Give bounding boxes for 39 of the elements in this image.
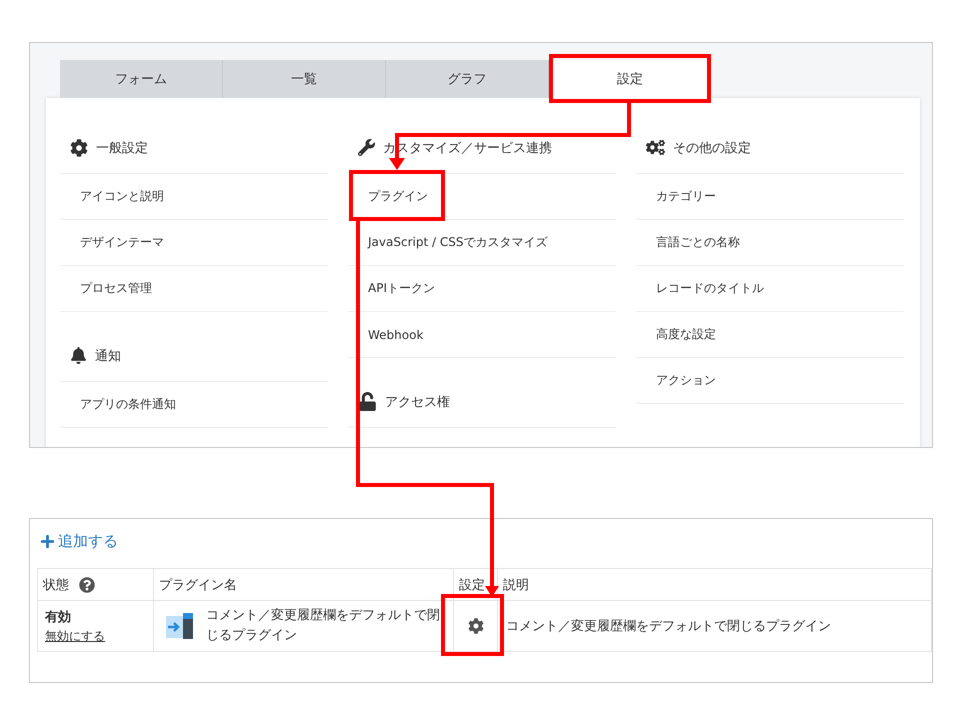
column-title: 設定	[459, 576, 485, 594]
tab[interactable]: フォーム	[60, 60, 223, 98]
menu-item[interactable]: カテゴリー	[636, 174, 904, 220]
section-title: その他の設定	[673, 140, 751, 156]
menu-item[interactable]: アクション	[636, 358, 904, 404]
gear-icon	[70, 138, 88, 156]
menu-item[interactable]: プラグイン	[348, 174, 616, 220]
menu-item[interactable]: レコードのタイトル	[636, 266, 904, 312]
plugin-name: コメント／変更履歴欄をデフォルトで閉じるプラグイン	[206, 607, 441, 645]
bell-icon	[70, 347, 87, 364]
menu-item[interactable]: アイコンと説明	[60, 174, 328, 220]
status-text: 有効	[45, 608, 71, 626]
menu-item[interactable]: 言語ごとの名称	[636, 220, 904, 266]
plugin-icon	[166, 612, 194, 640]
menu-item[interactable]: デザインテーマ	[60, 220, 328, 266]
plus-icon	[40, 534, 55, 548]
menu-item[interactable]: プロセス管理	[60, 266, 328, 312]
column-title: 説明	[503, 576, 529, 594]
gears-icon	[646, 138, 665, 157]
menu-item[interactable]: APIトークン	[348, 266, 616, 312]
column-title: プラグイン名	[159, 576, 237, 594]
section-title: アクセス権	[385, 394, 450, 410]
lock-icon	[358, 392, 377, 411]
tab[interactable]: 一覧	[223, 60, 386, 98]
menu-item[interactable]: Webhook	[348, 312, 616, 358]
menu-item[interactable]: アプリの条件通知	[60, 382, 328, 428]
tab[interactable]: グラフ	[386, 60, 549, 98]
wrench-icon	[358, 139, 375, 156]
settings-icon[interactable]	[468, 618, 484, 634]
menu-item[interactable]: 高度な設定	[636, 312, 904, 358]
highlight-frame	[441, 594, 504, 656]
add-link[interactable]: 追加する	[40, 529, 118, 553]
help-icon[interactable]	[79, 576, 95, 592]
disable-link[interactable]: 無効にする	[45, 628, 105, 644]
description-text: コメント／変更履歴欄をデフォルトで閉じるプラグイン	[506, 618, 831, 635]
column-title: 状態	[43, 576, 69, 594]
menu-item[interactable]: JavaScript / CSSでカスタマイズ	[348, 220, 616, 266]
section-title: 通知	[95, 348, 121, 364]
section-title: 一般設定	[96, 140, 148, 156]
